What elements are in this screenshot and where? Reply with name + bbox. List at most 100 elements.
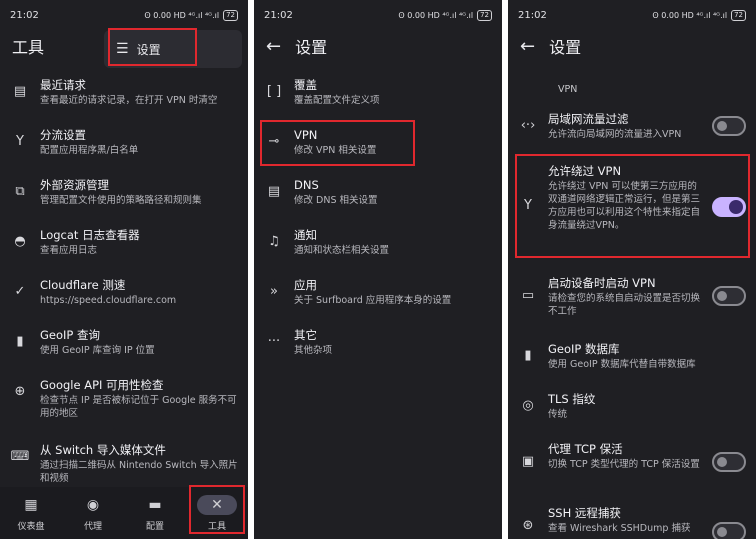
tool-item-google-check[interactable]: ⊕ Google API 可用性检查检查节点 IP 是否被标记位于 Google… xyxy=(0,378,248,420)
tools-icon: ✕ xyxy=(197,494,237,515)
item-title: 分流设置 xyxy=(40,128,86,142)
item-title: 覆盖 xyxy=(294,78,317,92)
status-time: 21:02 xyxy=(518,9,547,21)
nav-label: 配置 xyxy=(145,521,164,532)
item-sub: 其他杂项 xyxy=(294,345,333,356)
devices-icon: ▭ xyxy=(521,288,535,303)
item-sub: 查看最近的请求记录，在打开 VPN 时清空 xyxy=(40,95,218,106)
bottom-nav: ▦ 仪表盘 ◉ 代理 ▬ 配置 ✕ 工具 xyxy=(0,487,248,539)
item-sub: 请检查您的系统自启动设置是否切换不工作 xyxy=(548,293,701,317)
dashboard-icon: ▦ xyxy=(24,496,38,513)
status-icons: ʘ 0.00 HD ⁴ᴳ.ıl ⁴ᴳ.ıl xyxy=(144,10,220,20)
item-title: 启动设备时启动 VPN xyxy=(548,276,656,290)
sliders-icon: ☰ xyxy=(116,41,129,57)
settings-screen: 21:02 ʘ 0.00 HD ⁴ᴳ.ıl ⁴ᴳ.ıl 72 ← 设置 [ ] 覆… xyxy=(254,0,502,539)
tool-item-geoip[interactable]: ▮ GeoIP 查询 使用 GeoIP 库查询 IP 位置 xyxy=(0,328,248,357)
ssh-capture-toggle[interactable] xyxy=(712,522,746,539)
map-icon: ▮ xyxy=(524,348,532,363)
page-title: 工具 xyxy=(12,38,45,57)
tool-item-cloudflare[interactable]: ✓ Cloudflare 测速 https://speed.cloudflare.… xyxy=(0,278,248,307)
status-time: 21:02 xyxy=(264,9,293,21)
map-icon: ▮ xyxy=(16,334,24,349)
item-sub: 通知和状态栏相关设置 xyxy=(294,245,390,256)
tool-item-split[interactable]: Y 分流设置配置应用程序黑/白名单 xyxy=(0,128,248,157)
settings-item-vpn[interactable]: ⊸ VPN 修改 VPN 相关设置 xyxy=(254,128,502,157)
item-sub: 使用 GeoIP 数据库代替自带数据库 xyxy=(548,359,696,370)
external-icon: ⧉ xyxy=(15,184,25,199)
item-title: DNS xyxy=(294,178,319,192)
nav-tools[interactable]: ✕ 工具 xyxy=(186,487,248,539)
item-sub: 检查节点 IP 是否被标记位于 Google 服务不可用的地区 xyxy=(40,395,237,419)
settings-item-notify[interactable]: ♫ 通知通知和状态栏相关设置 xyxy=(254,228,502,257)
item-sub: 覆盖配置文件定义项 xyxy=(294,95,380,106)
folder-icon: ▬ xyxy=(148,496,162,513)
settings-item-override[interactable]: [ ] 覆盖覆盖配置文件定义项 xyxy=(254,78,502,107)
settings-item-other[interactable]: ··· 其它 其他杂项 xyxy=(254,328,502,357)
item-sub: 关于 Surfboard 应用程序本身的设置 xyxy=(294,295,452,306)
item-sub: https://speed.cloudflare.com xyxy=(40,295,177,306)
item-title: 其它 xyxy=(294,328,317,342)
item-title: Google API 可用性检查 xyxy=(40,378,164,392)
item-title: 应用 xyxy=(294,278,317,292)
lan-filter-toggle[interactable] xyxy=(712,116,746,136)
nav-label: 工具 xyxy=(207,521,226,532)
item-title: 局域网流量过滤 xyxy=(548,112,629,126)
status-bar: 21:02 ʘ 0.00 HD ⁴ᴳ.ıl ⁴ᴳ.ıl 72 xyxy=(254,0,502,30)
boot-start-toggle[interactable] xyxy=(712,286,746,306)
app-bar: ← 设置 xyxy=(254,30,502,62)
gamepad-icon: ⌨ xyxy=(10,449,30,464)
status-time: 21:02 xyxy=(10,9,39,21)
key-icon: ⊸ xyxy=(268,134,280,149)
item-sub: 传统 xyxy=(548,409,568,420)
tcp-keepalive-toggle[interactable] xyxy=(712,452,746,472)
tools-screen: 21:02 ʘ 0.00 HD ⁴ᴳ.ıl ⁴ᴳ.ıl 72 工具 ☰ 设置 ▤ … xyxy=(0,0,248,539)
item-title: 通知 xyxy=(294,228,317,242)
item-sub: 修改 VPN 相关设置 xyxy=(294,145,377,156)
item-sub: 通过扫描二维码从 Nintendo Switch 导入照片和视频 xyxy=(40,460,238,483)
tool-item-recent-requests[interactable]: ▤ 最近请求 查看最近的请求记录，在打开 VPN 时清空 xyxy=(0,78,248,107)
status-bar: 21:02 ʘ 0.00 HD ⁴ᴳ.ıl ⁴ᴳ.ıl 72 xyxy=(508,0,756,30)
tool-item-logcat[interactable]: ◓ Logcat 日志查看器 查看应用日志 xyxy=(0,228,248,257)
android-icon: ◓ xyxy=(14,234,26,249)
speed-icon: ✓ xyxy=(14,284,26,299)
settings-item-dns[interactable]: ▤ DNS 修改 DNS 相关设置 xyxy=(254,178,502,207)
server-icon: ▤ xyxy=(267,184,281,199)
fork-icon: Y xyxy=(16,134,24,149)
target-icon: ⊕ xyxy=(14,384,26,399)
item-title: GeoIP 数据库 xyxy=(548,342,620,356)
item-sub: 切换 TCP 类型代理的 TCP 保活设置 xyxy=(548,459,700,470)
item-sub: 使用 GeoIP 库查询 IP 位置 xyxy=(40,345,155,356)
vpn-item-tls-fingerprint[interactable]: ◎ TLS 指纹 传统 xyxy=(508,392,756,421)
shark-icon: ⊛ xyxy=(522,518,534,533)
item-sub: 管理配置文件使用的策略路径和规则集 xyxy=(40,195,202,206)
settings-menu-item[interactable]: ☰ 设置 xyxy=(104,30,242,68)
fingerprint-icon: ◎ xyxy=(522,398,534,413)
item-sub: 修改 DNS 相关设置 xyxy=(294,195,378,206)
item-sub: 配置应用程序黑/白名单 xyxy=(40,145,139,156)
settings-item-app[interactable]: » 应用关于 Surfboard 应用程序本身的设置 xyxy=(254,278,502,307)
nav-proxy[interactable]: ◉ 代理 xyxy=(62,487,124,539)
bell-icon: ♫ xyxy=(268,234,280,249)
settings-menu-label: 设置 xyxy=(136,42,161,57)
back-arrow-icon[interactable]: ← xyxy=(520,36,535,57)
battery-icon: 72 xyxy=(477,9,492,21)
vpn-item-geoip-db[interactable]: ▮ GeoIP 数据库使用 GeoIP 数据库代替自带数据库 xyxy=(508,342,756,371)
item-title: Logcat 日志查看器 xyxy=(40,228,140,242)
item-sub: 允许绕过 VPN 可以使第三方应用的双通道网络逻辑正常运行，但是第三方应用也可以… xyxy=(548,181,701,231)
nav-config[interactable]: ▬ 配置 xyxy=(124,487,186,539)
status-icons: ʘ 0.00 HD ⁴ᴳ.ıl ⁴ᴳ.ıl xyxy=(652,10,728,20)
status-icons: ʘ 0.00 HD ⁴ᴳ.ıl ⁴ᴳ.ıl xyxy=(398,10,474,20)
back-arrow-icon[interactable]: ← xyxy=(266,36,281,57)
pulse-icon: ▣ xyxy=(521,454,535,469)
chevrons-icon: » xyxy=(270,284,278,299)
tool-item-switch[interactable]: ⌨ 从 Switch 导入媒体文件通过扫描二维码从 Nintendo Switc… xyxy=(0,443,248,483)
page-title: 设置 xyxy=(295,38,328,57)
nav-dashboard[interactable]: ▦ 仪表盘 xyxy=(0,487,62,539)
item-title: Cloudflare 测速 xyxy=(40,278,126,292)
brackets-icon: [ ] xyxy=(266,84,282,99)
status-bar: 21:02 ʘ 0.00 HD ⁴ᴳ.ıl ⁴ᴳ.ıl 72 xyxy=(0,0,248,30)
allow-bypass-toggle[interactable] xyxy=(712,197,746,217)
tool-item-external[interactable]: ⧉ 外部资源管理 管理配置文件使用的策略路径和规则集 xyxy=(0,178,248,207)
item-title: 从 Switch 导入媒体文件 xyxy=(40,443,166,457)
app-bar: ← 设置 xyxy=(508,30,756,62)
